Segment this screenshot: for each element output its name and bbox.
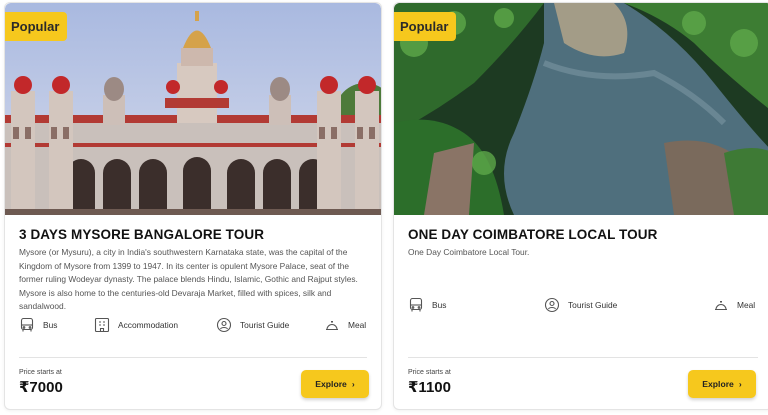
tour-description: One Day Coimbatore Local Tour. [408,247,530,257]
feature-meal: Meal [324,317,366,333]
explore-label: Explore [315,379,347,389]
price-value: ₹1100 [408,379,451,396]
feature-label: Meal [737,300,756,310]
feature-label: Tourist Guide [568,300,618,310]
feature-bus: Bus [408,297,446,313]
explore-button[interactable]: Explore › [688,370,756,398]
chevron-right-icon: › [351,379,355,389]
feature-label: Bus [43,320,58,330]
guide-icon [544,297,560,313]
explore-label: Explore [702,379,734,389]
river-landscape-image[interactable]: Popular [394,3,768,215]
mysore-palace-image[interactable]: Popular [5,3,381,215]
feature-bus: Bus [19,317,57,333]
tour-description: Mysore (or Mysuru), a city in India's so… [19,247,358,312]
tour-card-coimbatore: Popular ONE DAY COIMBATORE LOCAL TOUR On… [393,2,768,410]
price-label: Price starts at [408,369,451,376]
building-icon [94,317,110,333]
feature-accommodation: Accommodation [94,317,178,333]
card-divider [408,357,758,358]
chevron-right-icon: › [738,379,742,389]
bus-icon [19,317,35,333]
price-label: Price starts at [19,369,62,376]
feature-label: Tourist Guide [240,320,290,330]
tour-title[interactable]: 3 DAYS MYSORE BANGALORE TOUR [19,227,264,242]
feature-label: Accommodation [118,320,179,330]
tour-cards-section: Popular 3 DAYS MYSORE BANGALORE TOUR Mys… [0,0,768,415]
feature-label: Bus [432,300,447,310]
popular-badge: Popular [5,12,68,41]
price-value: ₹7000 [19,379,63,396]
feature-label: Meal [348,320,367,330]
tour-card-mysore: Popular 3 DAYS MYSORE BANGALORE TOUR Mys… [4,2,382,410]
cloche-icon [713,297,729,313]
tour-title[interactable]: ONE DAY COIMBATORE LOCAL TOUR [408,227,657,242]
feature-tourist-guide: Tourist Guide [216,317,289,333]
card-divider [19,357,367,358]
popular-badge: Popular [394,12,457,41]
feature-tourist-guide: Tourist Guide [544,297,617,313]
explore-button[interactable]: Explore › [301,370,369,398]
cloche-icon [324,317,340,333]
guide-icon [216,317,232,333]
feature-meal: Meal [713,297,755,313]
bus-icon [408,297,424,313]
